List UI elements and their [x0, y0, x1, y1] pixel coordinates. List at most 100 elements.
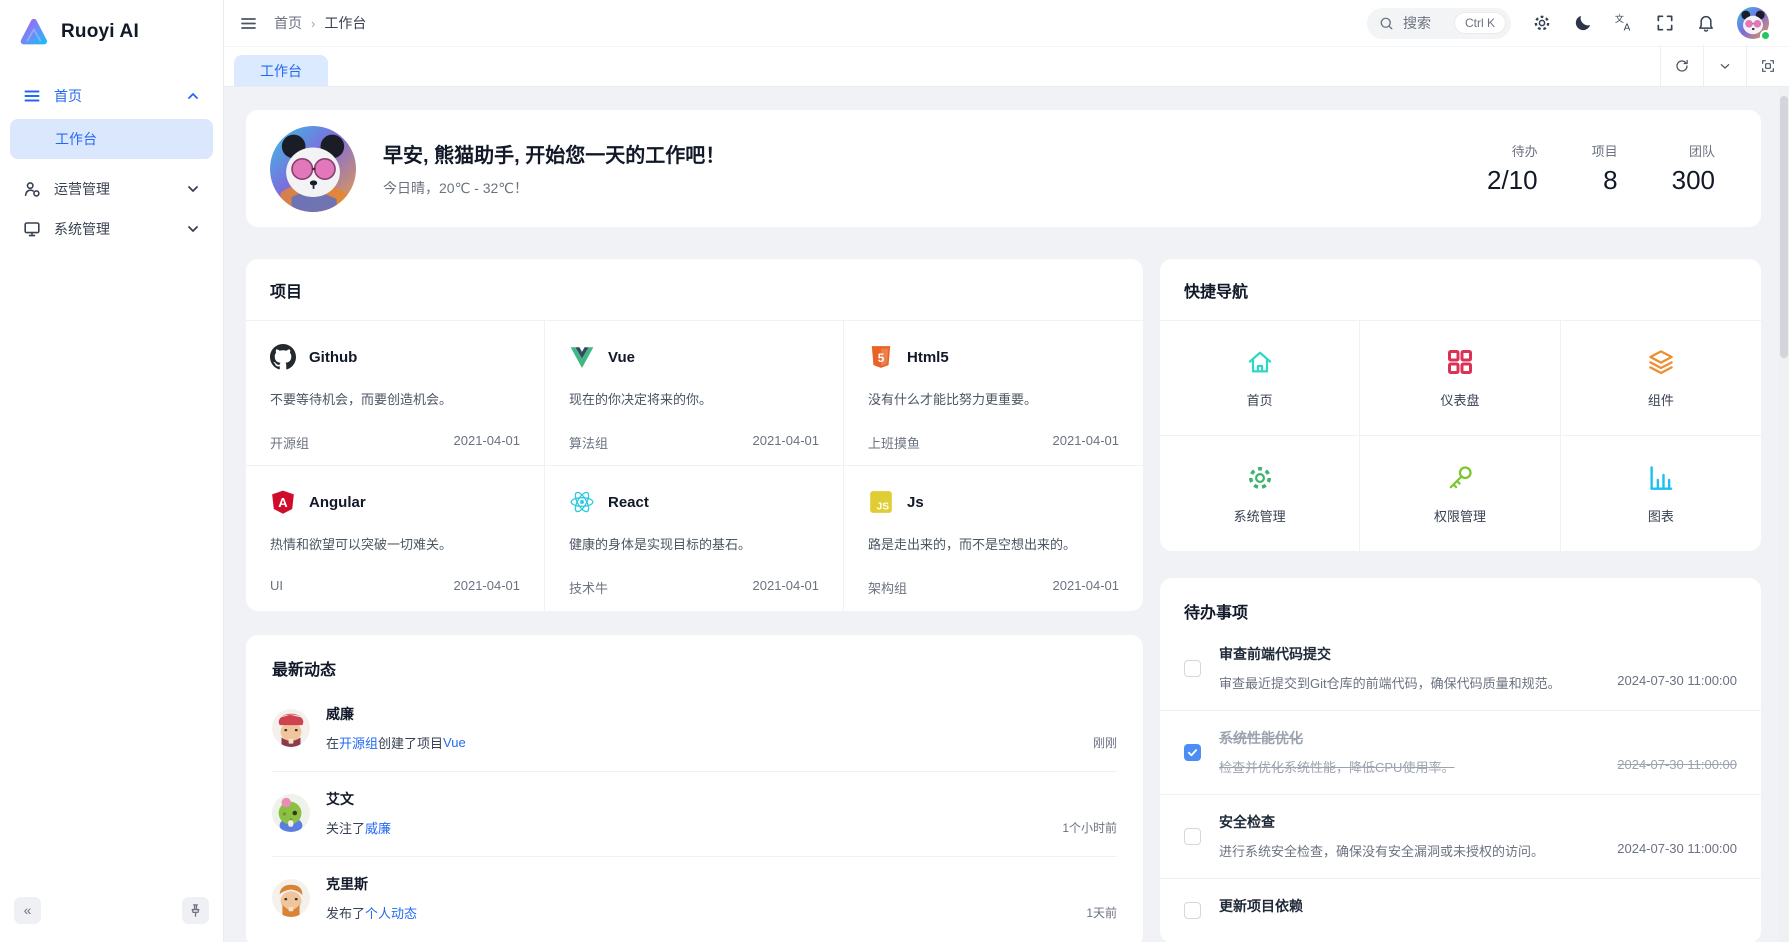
quick-nav-charts[interactable]: 图表 [1561, 436, 1761, 551]
scrollbar-track[interactable] [1779, 88, 1789, 942]
stat-value: 8 [1592, 165, 1618, 196]
stat-team: 团队 300 [1672, 141, 1715, 196]
activity-text: 发布了 [326, 903, 365, 922]
sidebar-item-system[interactable]: 系统管理 [10, 209, 213, 249]
project-group: UI [270, 578, 283, 593]
project-card-angular[interactable]: A Angular 热情和欲望可以突破一切难关。 UI 2021-04-01 [246, 466, 545, 611]
project-date: 2021-04-01 [454, 578, 521, 593]
sidebar-footer: « [0, 888, 223, 942]
dark-mode-moon-icon[interactable] [1573, 13, 1593, 33]
svg-text:文: 文 [1615, 13, 1624, 24]
todo-time: 2024-07-30 11:00:00 [1617, 841, 1737, 860]
todo-checkbox[interactable] [1184, 828, 1201, 845]
search-input[interactable] [1403, 15, 1445, 31]
sidebar-item-operations[interactable]: 运营管理 [10, 169, 213, 209]
scrollbar-thumb[interactable] [1780, 96, 1788, 358]
vue-icon [569, 344, 595, 370]
activities-card-title: 最新动态 [272, 635, 1117, 687]
chart-icon [1646, 463, 1676, 493]
greeting-card: 早安, 熊猫助手, 开始您一天的工作吧！ 今日晴，20℃ - 32℃！ 待办 2… [246, 110, 1761, 227]
project-date: 2021-04-01 [454, 433, 521, 452]
quick-nav-grid: 首页 [1160, 321, 1761, 551]
quick-nav-card-title: 快捷导航 [1160, 259, 1761, 321]
user-avatar[interactable] [1737, 7, 1769, 39]
todo-checkbox[interactable] [1184, 744, 1201, 761]
todo-title: 系统性能优化 [1219, 728, 1737, 748]
hamburger-menu-icon[interactable] [239, 14, 258, 33]
quick-nav-label: 图表 [1648, 506, 1674, 525]
home-icon [1245, 347, 1275, 377]
brand-header[interactable]: Ruoyi AI [0, 0, 223, 64]
search-box[interactable]: Ctrl K [1367, 8, 1511, 39]
project-card-github[interactable]: Github 不要等待机会，而要创造机会。 开源组 2021-04-01 [246, 321, 545, 466]
project-date: 2021-04-01 [1053, 578, 1120, 597]
activity-avatar-evan [272, 794, 310, 832]
chevron-up-icon [186, 89, 200, 103]
project-card-react[interactable]: React 健康的身体是实现目标的基石。 技术牛 2021-04-01 [545, 466, 844, 611]
refresh-page-button[interactable] [1660, 45, 1703, 86]
project-quote: 热情和欲望可以突破一切难关。 [270, 534, 520, 553]
todo-card-title: 待办事项 [1160, 580, 1761, 627]
activity-text: 在 [326, 733, 339, 752]
panda-avatar [270, 126, 356, 212]
quick-nav-permissions[interactable]: 权限管理 [1360, 436, 1560, 551]
todo-item: 系统性能优化 检查并优化系统性能，降低CPU使用率。 2024-07-30 11… [1160, 710, 1761, 794]
quick-nav-dashboard[interactable]: 仪表盘 [1360, 321, 1560, 436]
svg-text:5: 5 [878, 351, 885, 365]
brand-logo-icon [16, 15, 50, 49]
project-name: Js [907, 494, 924, 511]
todo-title: 更新项目依赖 [1219, 896, 1737, 916]
project-card-js[interactable]: JS Js 路是走出来的，而不是空想出来的。 架构组 2021-04-01 [844, 466, 1143, 611]
activity-link-project[interactable]: Vue [443, 735, 466, 750]
breadcrumb: 首页 › 工作台 [274, 13, 366, 33]
quick-nav-system[interactable]: 系统管理 [1160, 436, 1360, 551]
fullscreen-icon[interactable] [1655, 13, 1675, 33]
activity-link-user[interactable]: 威廉 [365, 818, 391, 837]
pin-sidebar-button[interactable] [182, 897, 209, 924]
project-quote: 现在的你决定将来的你。 [569, 389, 819, 408]
breadcrumb-home[interactable]: 首页 [274, 13, 302, 33]
right-column: 快捷导航 首页 [1160, 259, 1761, 942]
todo-description: 审查最近提交到Git仓库的前端代码，确保代码质量和规范。 [1219, 673, 1561, 692]
focus-frame-icon [1760, 58, 1776, 74]
project-date: 2021-04-01 [1053, 433, 1120, 452]
quick-nav-home[interactable]: 首页 [1160, 321, 1360, 436]
notifications-bell-icon[interactable] [1696, 13, 1716, 33]
quick-nav-card: 快捷导航 首页 [1160, 259, 1761, 551]
content-columns: 项目 Github 不要等待机会，而要创造机会。 [246, 259, 1761, 942]
activity-link-group[interactable]: 开源组 [339, 733, 378, 752]
collapse-sidebar-button[interactable]: « [14, 897, 41, 924]
stat-value: 2/10 [1487, 165, 1538, 196]
layers-icon [1646, 347, 1676, 377]
quick-nav-components[interactable]: 组件 [1561, 321, 1761, 436]
app-root: Ruoyi AI 首页 工作台 [0, 0, 1789, 942]
quick-nav-label: 仪表盘 [1440, 390, 1479, 409]
breadcrumb-current: 工作台 [324, 13, 366, 33]
activity-link-feed[interactable]: 个人动态 [365, 903, 417, 922]
tab-options-button[interactable] [1703, 45, 1746, 86]
todo-checkbox[interactable] [1184, 660, 1201, 677]
project-quote: 没有什么才能比努力更重要。 [868, 389, 1119, 408]
greeting-text: 早安, 熊猫助手, 开始您一天的工作吧！ 今日晴，20℃ - 32℃！ [383, 139, 725, 198]
activity-user-name: 克里斯 [326, 874, 1117, 894]
github-icon [270, 344, 296, 370]
tab-workbench[interactable]: 工作台 [234, 55, 328, 86]
projects-grid: Github 不要等待机会，而要创造机会。 开源组 2021-04-01 [246, 321, 1143, 611]
svg-text:JS: JS [877, 502, 890, 513]
project-card-html5[interactable]: 5 Html5 没有什么才能比努力更重要。 上班摸鱼 2021-04-01 [844, 321, 1143, 466]
activity-user-name: 艾文 [326, 789, 1117, 809]
greeting-stats: 待办 2/10 项目 8 团队 300 [1487, 141, 1715, 196]
project-group: 上班摸鱼 [868, 433, 920, 452]
sidebar-item-workbench[interactable]: 工作台 [10, 119, 213, 159]
maximize-content-button[interactable] [1746, 45, 1789, 86]
language-translate-icon[interactable]: 文 A [1614, 13, 1634, 33]
sidebar: Ruoyi AI 首页 工作台 [0, 0, 224, 942]
project-card-vue[interactable]: Vue 现在的你决定将来的你。 算法组 2021-04-01 [545, 321, 844, 466]
todo-title: 审查前端代码提交 [1219, 644, 1737, 664]
stat-label: 待办 [1487, 141, 1538, 160]
javascript-icon: JS [868, 489, 894, 515]
project-group: 开源组 [270, 433, 309, 452]
sidebar-item-home[interactable]: 首页 [10, 76, 213, 116]
todo-checkbox[interactable] [1184, 902, 1201, 919]
settings-gear-icon[interactable] [1532, 13, 1552, 33]
